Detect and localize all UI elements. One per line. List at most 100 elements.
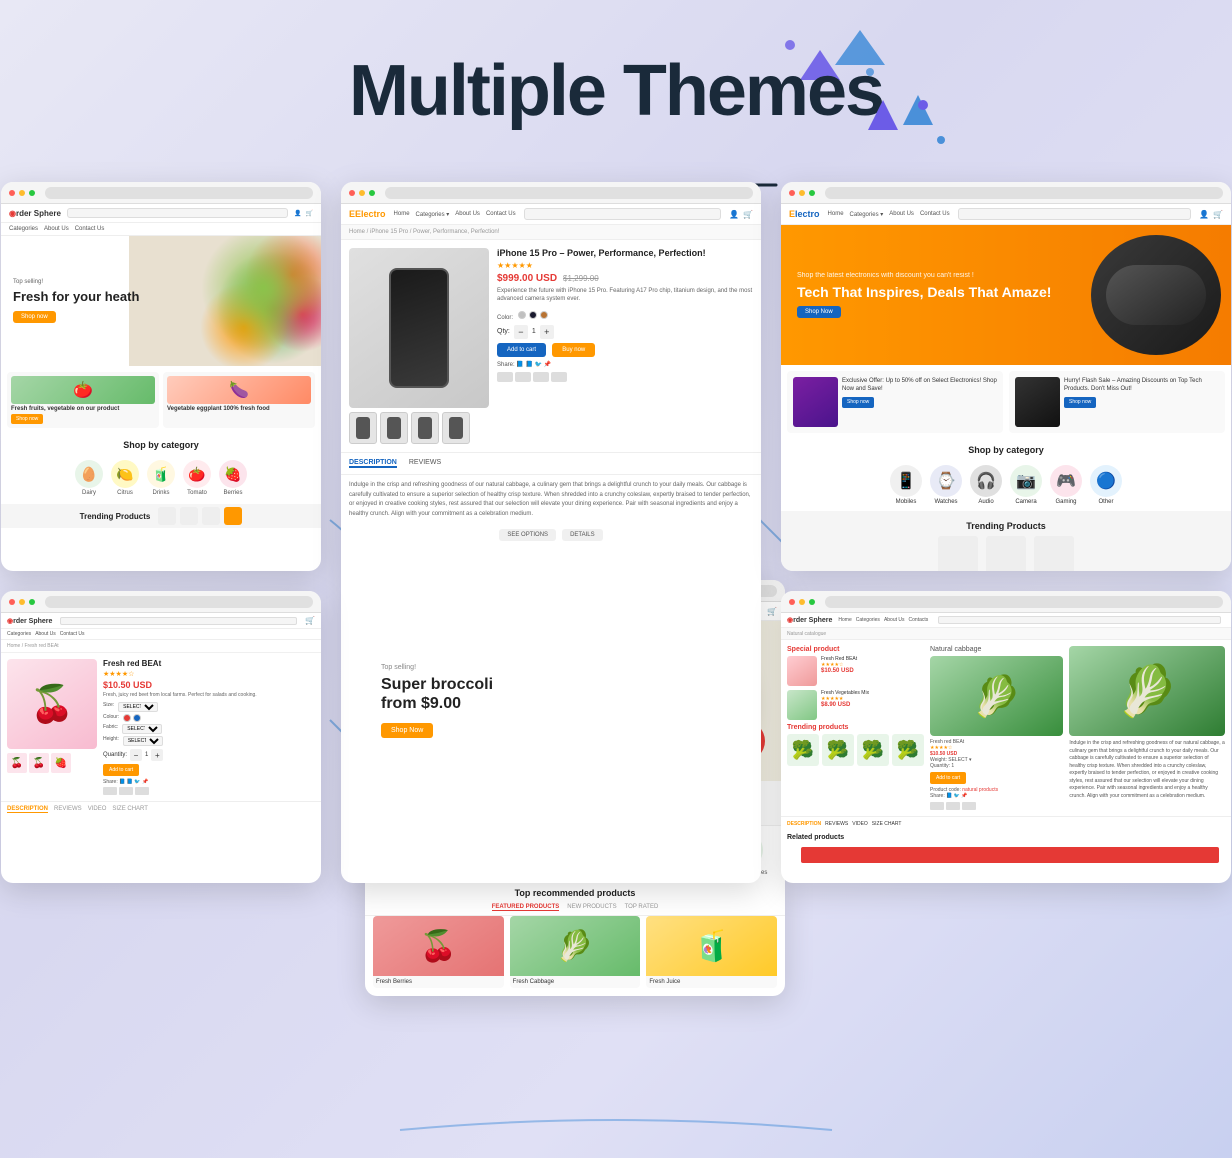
tab-reviews[interactable]: REVIEWS [409,459,441,468]
gd2-trend-3: 🥦 [857,734,889,766]
add-to-cart-btn[interactable]: Add to cart [497,343,546,357]
gd-description: Fresh, juicy red beet from local farms. … [103,692,315,699]
browser-maximize [29,190,35,196]
elec-cat-gaming: 🎮 Gaming [1050,465,1082,505]
browser-minimize [19,190,25,196]
banner-nav-links: HomeCategories ▾About UsContact Us [828,211,950,218]
gd2-tab-desc[interactable]: DESCRIPTION [787,821,821,827]
product-name: iPhone 15 Pro – Power, Performance, Perf… [497,248,753,258]
qty-decrease[interactable]: − [514,325,528,339]
cat-label-berries: Berries [219,490,247,496]
elec-cat-gaming-label: Gaming [1050,499,1082,505]
gd-min [19,599,25,605]
gd2-related-title: Related products [781,831,1231,844]
banner-min [799,190,805,196]
gd-thumb-2[interactable]: 🍒 [29,753,49,773]
subcat-title-1: Fresh fruits, vegetable on our product [11,406,155,412]
see-details-btn[interactable]: DETAILS [562,529,603,541]
elec-cat-other: 🔵 Other [1090,465,1122,505]
elec-cat-mobile-label: Mobiles [890,499,922,505]
gd-close [9,599,15,605]
gd-size-select[interactable]: SELECT [118,702,158,712]
gd2-close [789,599,795,605]
gd-fabric-select[interactable]: SELECT [122,724,162,734]
product-area: iPhone 15 Pro – Power, Performance, Perf… [341,240,761,452]
color-black[interactable] [529,311,537,319]
tab-description[interactable]: DESCRIPTION [349,459,397,468]
thumb-2[interactable] [380,412,408,444]
banner-search[interactable] [958,208,1191,220]
gd-tab-reviews[interactable]: REVIEWS [54,806,82,813]
food-card-info-3: Fresh Juice [646,976,777,988]
gd2-related-btn[interactable] [801,847,1219,863]
gd-color-blue[interactable] [133,714,141,722]
banner-shop-btn[interactable]: Shop Now [797,306,841,318]
electro-search[interactable] [524,208,721,220]
category-row: 🥚 Dairy 🍋 Citrus 🧃 Drinks 🍅 Tomato [1,456,321,504]
gd-height-select[interactable]: SELECT [123,736,163,746]
subcat-btn-1[interactable]: Shop now [11,414,43,424]
gd2-tab-size[interactable]: SIZE CHART [872,821,902,827]
nav-search[interactable] [67,208,288,218]
product-info: iPhone 15 Pro – Power, Performance, Perf… [497,248,753,444]
promo-card-2: Hurry! Flash Sale – Amazing Discounts on… [1009,371,1225,433]
gd-add-to-cart[interactable]: Add to cart [103,764,139,776]
gd-tab-description[interactable]: DESCRIPTION [7,806,48,813]
electro-product-card: EElectro HomeCategories ▾About UsContact… [341,182,761,883]
hero-veggie-bg [129,236,321,366]
gd2-navbar: ◉rder Sphere HomeCategoriesAbout UsConta… [781,613,1231,628]
gd2-detail-text: Indulge in the crisp and refreshing good… [1069,740,1225,800]
grocery-navbar: ◉rder Sphere 👤🛒 [1,204,321,223]
action-buttons: Add to cart Buy now [497,343,753,357]
gd-tab-size[interactable]: SIZE CHART [112,806,148,813]
food-hero-btn[interactable]: Shop Now [381,723,433,738]
gd-qty-increase[interactable]: + [151,749,163,761]
thumb-3[interactable] [411,412,439,444]
gd-color-red[interactable] [123,714,131,722]
thumb-4[interactable] [442,412,470,444]
gd-tab-video[interactable]: VIDEO [88,806,107,813]
gd-thumb-1[interactable]: 🍒 [7,753,27,773]
cat-eggs: 🥚 Dairy [75,460,103,496]
cat-berries-icon: 🍓 [219,460,247,488]
promo-btn-1[interactable]: Shop now [842,397,874,408]
color-silver[interactable] [518,311,526,319]
gd-cart-icon[interactable]: 🛒 [305,616,315,625]
gd2-prod-info-1: Fresh Red BEAt ★★★★☆ $10.50 USD [821,656,857,674]
gd-qty-decrease[interactable]: − [130,749,142,761]
promo-btn-2[interactable]: Shop now [1064,397,1096,408]
gd2-search[interactable] [938,616,1221,624]
electro-logo: EElectro [349,209,386,219]
qty-increase[interactable]: + [540,325,554,339]
subcat-card-1: 🍅 Fresh fruits, vegetable on our product… [7,372,159,428]
food-hero-tag: Top selling! [381,664,493,671]
gd-thumb-3[interactable]: 🍓 [51,753,71,773]
gd2-tab-video[interactable]: VIDEO [852,821,868,827]
see-options-btn[interactable]: SEE OPTIONS [499,529,556,541]
gd2-pay-row [930,802,1063,810]
quantity-row: Qty: − 1 + [497,325,753,339]
subcat-card-2: 🍆 Vegetable eggplant 100% fresh food [163,372,315,428]
elec-gaming-icon: 🎮 [1050,465,1082,497]
trend-product-1 [158,507,176,525]
thumb-1[interactable] [349,412,377,444]
gd-pay-2 [119,787,133,795]
gd2-prod-info-2: Fresh Vegetables Mix ★★★★★ $8.90 USD [821,690,869,708]
gd-height-row: Height: SELECT [103,736,315,746]
electro-nav-links: HomeCategories ▾About UsContact Us [394,211,516,218]
hero-cta-btn[interactable]: Shop now [13,311,56,323]
banner-tag: Shop the latest electronics with discoun… [797,272,1051,279]
buy-now-btn[interactable]: Buy now [552,343,595,357]
food-card-2: 🥬 Fresh Cabbage [510,916,641,988]
gd-search[interactable] [60,617,297,625]
gd2-prod-img-2 [787,690,817,720]
gd2-content: Special product Fresh Red BEAt ★★★★☆ $10… [781,640,1231,816]
gd-main-img: 🍒 [7,659,97,749]
color-bronze[interactable] [540,311,548,319]
gd2-cart-btn[interactable]: Add to cart [930,772,966,784]
browser-url [45,187,313,199]
elec-cat-audio: 🎧 Audio [970,465,1002,505]
food-product-cards: 🍒 Fresh Berries 🥬 Fresh Cabbage 🧃 Fresh … [365,916,785,996]
pay-mc [515,372,531,382]
gd2-tab-reviews[interactable]: REVIEWS [825,821,848,827]
